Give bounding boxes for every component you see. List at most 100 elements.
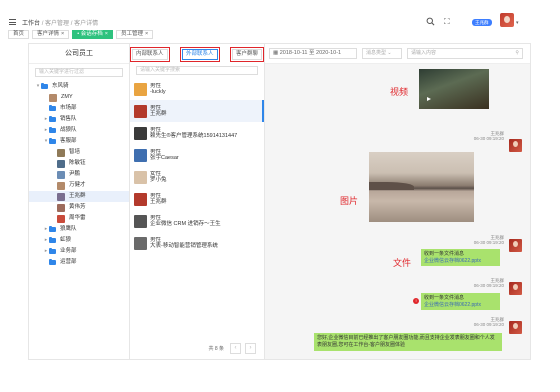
tree-node-label: 运营部 bbox=[60, 259, 77, 265]
message-type-select[interactable]: 消息类型 ⌄ bbox=[362, 48, 402, 59]
close-icon[interactable]: × bbox=[61, 31, 64, 37]
tree-node-label: 东风骑 bbox=[52, 83, 69, 89]
tree-node-employee[interactable]: 王兆群 bbox=[29, 191, 129, 202]
contact-name: 企业微信 CRM 进销存～王生 bbox=[150, 221, 221, 227]
tree-node-label: 尹鹏 bbox=[69, 171, 81, 177]
contact-info: 男性 企业微信 CRM 进销存～王生 bbox=[150, 215, 221, 228]
tab-home[interactable]: 首页 bbox=[8, 30, 30, 39]
contact-info: 男性 张宇Caesar bbox=[150, 149, 179, 162]
tree-node-department[interactable]: ▾ 客服部 bbox=[29, 136, 129, 147]
breadcrumb-item[interactable]: 工作台 bbox=[22, 21, 40, 27]
tab-staff-management[interactable]: 员工管理 × bbox=[115, 30, 154, 39]
tree-node-department[interactable]: ▸ 业务部 bbox=[29, 246, 129, 257]
folder-icon bbox=[49, 225, 56, 232]
breadcrumb-separator: / bbox=[41, 21, 44, 27]
message-sender: 王兆群 06-30 09:19:20 bbox=[474, 235, 504, 245]
tree-node-employee[interactable]: ZMY bbox=[29, 92, 129, 103]
tree-node-department[interactable]: 市场部 bbox=[29, 103, 129, 114]
file-message[interactable]: 收到一条文件消息 企业微信云存档0622.pptx bbox=[421, 249, 500, 266]
avatar bbox=[134, 148, 147, 162]
contact-search-input[interactable]: 请输入关键字搜索 bbox=[136, 66, 258, 75]
folder-icon bbox=[49, 137, 56, 144]
folder-icon bbox=[49, 126, 56, 133]
date-range-picker[interactable]: ▦ 2018-10-11 至 2020-10-1 bbox=[269, 48, 357, 59]
message-list: 视频 王兆群 06-30 09:19:20 图片 王兆群 06-30 09:19… bbox=[265, 65, 530, 361]
user-badge[interactable]: 王兆群 bbox=[472, 19, 492, 26]
tree-node-employee[interactable]: 陈敏钰 bbox=[29, 158, 129, 169]
tree-node-label: 市场部 bbox=[60, 105, 77, 111]
video-message[interactable] bbox=[419, 69, 489, 109]
avatar bbox=[134, 236, 147, 250]
tree-node-employee[interactable]: 黄伟芳 bbox=[29, 202, 129, 213]
tree-node-department[interactable]: ▾ 东风骑 bbox=[29, 81, 129, 92]
tree-node-employee[interactable]: 万健才 bbox=[29, 180, 129, 191]
contact-name: 张宇Caesar bbox=[150, 155, 179, 161]
annotation-image: 图片 bbox=[340, 197, 359, 207]
avatar bbox=[509, 139, 522, 152]
tree-node-department[interactable]: ▸ 狼鹰队 bbox=[29, 224, 129, 235]
search-icon[interactable] bbox=[426, 17, 435, 26]
avatar bbox=[57, 170, 65, 179]
tree-node-employee[interactable]: 智培 bbox=[29, 147, 129, 158]
tree-node-department[interactable]: ▸ 销售队 bbox=[29, 114, 129, 125]
text-message[interactable]: 您好,企业微信目前已经推出了客户朋友圈功能,而且支持企业发表朋友圈和个人发表朋友… bbox=[314, 333, 502, 351]
breadcrumb-separator: / bbox=[70, 21, 73, 27]
avatar bbox=[57, 214, 65, 223]
tree-node-department[interactable]: 运营部 bbox=[29, 257, 129, 268]
image-message[interactable] bbox=[369, 152, 474, 222]
avatar bbox=[57, 192, 65, 201]
contact-info: 男性 赖先生®客户管理系统15914131447 bbox=[150, 127, 237, 140]
avatar bbox=[134, 214, 147, 228]
avatar bbox=[57, 203, 65, 212]
contact-item[interactable]: 男性 王兆群 bbox=[130, 100, 264, 122]
breadcrumb-item[interactable]: 客户管理 bbox=[45, 21, 69, 27]
folder-icon bbox=[49, 104, 56, 111]
internal-contacts-button[interactable]: 内部联系人 bbox=[130, 46, 170, 62]
contact-item[interactable]: 男性 王兆群 bbox=[130, 188, 264, 210]
contact-item[interactable]: 男性 张宇Caesar bbox=[130, 144, 264, 166]
tree-node-department[interactable]: ▸ 战狼队 bbox=[29, 125, 129, 136]
file-message[interactable]: 收到一条文件消息 企业微信云存档0622.pptx bbox=[421, 293, 500, 310]
group-chats-button[interactable]: 客户群聊 bbox=[229, 46, 264, 62]
close-icon[interactable]: × bbox=[145, 31, 148, 37]
external-contacts-button[interactable]: 外部联系人 bbox=[180, 46, 220, 62]
chevron-down-icon: ⌄ bbox=[387, 50, 392, 56]
folder-icon bbox=[49, 258, 56, 265]
contact-item[interactable]: 男性 企业微信 CRM 进销存～王生 bbox=[130, 210, 264, 232]
avatar[interactable] bbox=[500, 13, 514, 27]
annotation-file: 文件 bbox=[393, 259, 412, 269]
fullscreen-icon[interactable]: ⛶ bbox=[444, 17, 450, 27]
next-page-button[interactable]: › bbox=[245, 342, 256, 354]
tab-session-archive[interactable]: • 会话存档 × bbox=[72, 30, 113, 39]
search-icon[interactable]: ⚲ bbox=[515, 49, 519, 58]
close-icon[interactable]: × bbox=[105, 31, 108, 37]
message-time: 06-30 09:19:20 bbox=[473, 240, 504, 245]
tab-label: 员工管理 bbox=[120, 31, 143, 37]
contact-item[interactable]: 男性 大表-移动智能营销管理系统 bbox=[130, 232, 264, 254]
tree-node-employee[interactable]: 周华雷 bbox=[29, 213, 129, 224]
contact-item[interactable]: 男性 -luckly bbox=[130, 78, 264, 100]
tree-node-employee[interactable]: 尹鹏 bbox=[29, 169, 129, 180]
file-link[interactable]: 企业微信云存档0622.pptx bbox=[424, 258, 497, 265]
avatar bbox=[57, 148, 65, 157]
file-link[interactable]: 企业微信云存档0622.pptx bbox=[424, 302, 497, 309]
error-icon[interactable]: ! bbox=[413, 298, 419, 304]
message-sender: 王兆群 06-30 09:19:20 bbox=[474, 131, 504, 141]
chat-filters: ▦ 2018-10-11 至 2020-10-1 消息类型 ⌄ 请输入内容 ⚲ bbox=[265, 44, 530, 64]
tree-node-department[interactable]: ▸ 虹狼 bbox=[29, 235, 129, 246]
message-time: 06-30 09:19:20 bbox=[473, 322, 504, 327]
chevron-down-icon[interactable]: ▾ bbox=[516, 20, 519, 26]
menu-icon[interactable] bbox=[9, 19, 16, 25]
contact-info: 男性 大表-移动智能营销管理系统 bbox=[150, 237, 218, 250]
prev-page-button[interactable]: ‹ bbox=[230, 342, 241, 354]
tree-node-label: 黄伟芳 bbox=[69, 204, 86, 210]
contact-item[interactable]: 女性 罗小兔 bbox=[130, 166, 264, 188]
keyword-input[interactable]: 请输入内容 ⚲ bbox=[407, 48, 523, 59]
tab-customer-detail[interactable]: 客户详情 × bbox=[32, 30, 70, 39]
tree-node-label: 王兆群 bbox=[69, 193, 86, 199]
org-search-input[interactable]: 输入关键字进行过滤 bbox=[35, 68, 123, 77]
contact-item[interactable]: 男性 赖先生®客户管理系统15914131447 bbox=[130, 122, 264, 144]
tree-node-label: 狼鹰队 bbox=[60, 226, 77, 232]
contact-info: 男性 王兆群 bbox=[150, 105, 167, 118]
play-icon[interactable] bbox=[427, 97, 431, 101]
